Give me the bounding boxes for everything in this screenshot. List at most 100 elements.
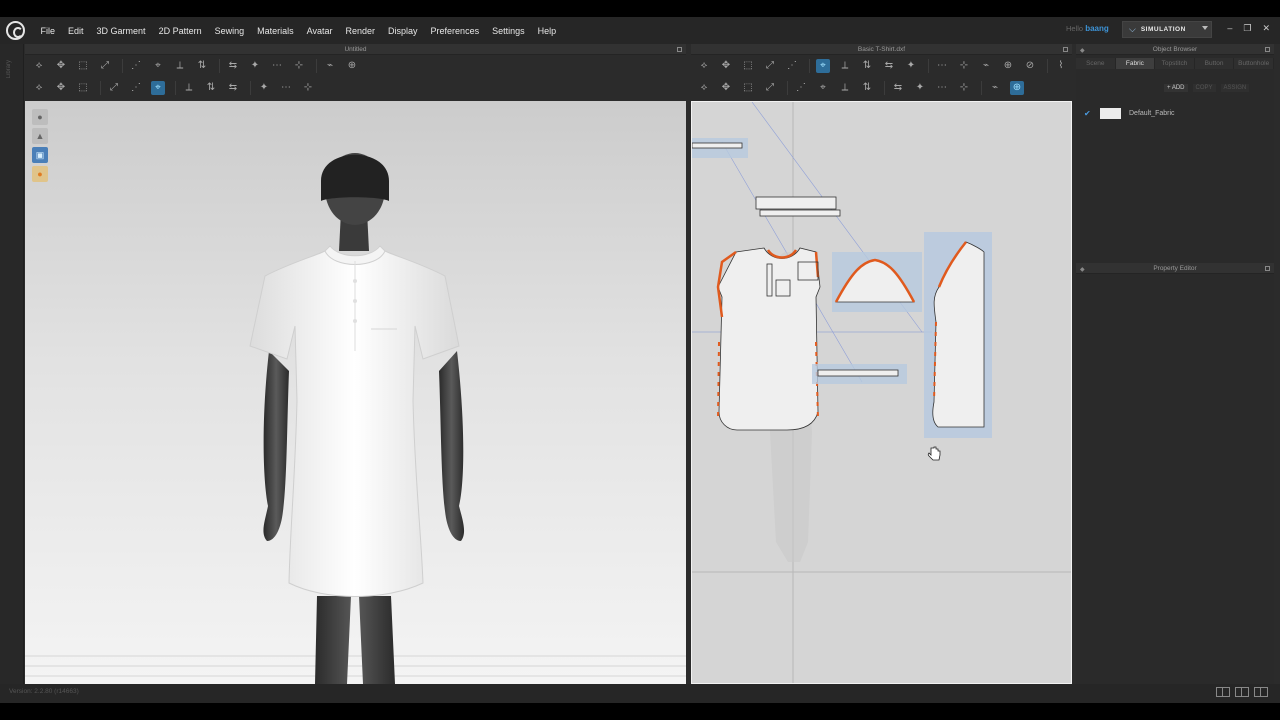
segment-sewing-icon[interactable]: ⟡ [697, 81, 711, 95]
strengthen-icon[interactable]: ⇅ [195, 59, 209, 73]
simulation-dropdown-icon[interactable] [1202, 26, 1208, 30]
segment-sewing-icon[interactable]: ⋰ [129, 59, 143, 73]
circle-icon[interactable]: ⇆ [882, 59, 896, 73]
tack-icon[interactable]: ⌖ [151, 59, 165, 73]
viewport-2d[interactable] [691, 101, 1072, 684]
internal-polygon-icon[interactable]: ⋯ [935, 59, 949, 73]
fit-icon[interactable]: ⋯ [270, 59, 284, 73]
user-name[interactable]: baang [1085, 24, 1109, 33]
menu-file[interactable]: File [34, 26, 62, 36]
notch-icon[interactable]: ⌖ [816, 81, 830, 95]
light-icon[interactable]: ● [32, 166, 48, 182]
sewing-line-icon[interactable]: ⤢ [98, 59, 112, 73]
m-n-sewing-icon[interactable]: ⬚ [741, 81, 755, 95]
menu-avatar[interactable]: Avatar [300, 26, 339, 36]
arrange-icon[interactable]: ⊕ [1010, 81, 1024, 95]
menu-3d-garment[interactable]: 3D Garment [90, 26, 152, 36]
display-texture-icon[interactable]: ▣ [32, 147, 48, 163]
copy-button[interactable]: COPY [1192, 84, 1216, 92]
pattern-front-body[interactable] [716, 247, 821, 431]
rectangle-icon[interactable]: ⟂ [838, 59, 852, 73]
edit-curvature-icon[interactable]: ⬚ [741, 59, 755, 73]
add-point-icon[interactable]: ⤢ [763, 59, 777, 73]
scissor-icon[interactable]: ⋯ [279, 81, 293, 95]
free-sewing-icon[interactable]: ✥ [719, 81, 733, 95]
menu-edit[interactable]: Edit [62, 26, 91, 36]
line-icon[interactable]: ⋰ [129, 81, 143, 95]
transform-pattern-icon[interactable]: ✥ [54, 59, 68, 73]
menu-2d-pattern[interactable]: 2D Pattern [152, 26, 208, 36]
tab-topstitch[interactable]: Topstitch [1155, 58, 1195, 69]
fabric-list-item[interactable]: ✔ Default_Fabric [1084, 106, 1272, 120]
assign-button[interactable]: ASSIGN [1220, 84, 1250, 92]
curve-point-icon[interactable]: ⋰ [785, 59, 799, 73]
menu-preferences[interactable]: Preferences [424, 26, 486, 36]
edit-sewing-icon[interactable]: ⤢ [763, 81, 777, 95]
add-button[interactable]: + ADD [1164, 84, 1188, 92]
pattern-back-body[interactable] [924, 232, 992, 438]
stitch-line-icon[interactable]: ⇆ [226, 81, 240, 95]
clo-logo-icon[interactable] [6, 21, 25, 40]
dart-icon[interactable]: ⊹ [957, 59, 971, 73]
sphere-icon[interactable]: ⟂ [182, 81, 196, 95]
display-garment-icon[interactable]: ▲ [32, 128, 48, 144]
zoom-icon[interactable]: ⋯ [935, 81, 949, 95]
edit-topstitch-icon[interactable]: ⇅ [860, 81, 874, 95]
library-gutter[interactable]: Library [0, 44, 24, 684]
property-editor-dock-icon[interactable]: ◆ [1080, 265, 1085, 276]
restore-icon[interactable]: ❐ [1243, 23, 1251, 33]
viewport2d-maximize-icon[interactable] [1063, 47, 1068, 52]
check-sewing-icon[interactable]: ⬚ [76, 81, 90, 95]
layout-3d-icon[interactable] [1235, 687, 1249, 697]
property-editor-maximize-icon[interactable] [1265, 266, 1270, 271]
sync-icon[interactable]: ⌇ [1054, 59, 1068, 73]
tab-button[interactable]: Button [1194, 58, 1235, 69]
tab-buttonhole[interactable]: Buttonhole [1234, 58, 1274, 69]
tab-fabric[interactable]: Fabric [1115, 58, 1156, 69]
menu-render[interactable]: Render [339, 26, 382, 36]
display-avatar-icon[interactable]: ● [32, 109, 48, 125]
internal-rectangle-icon[interactable]: ✦ [904, 59, 918, 73]
menu-display[interactable]: Display [382, 26, 425, 36]
object-browser-dock-icon[interactable]: ◆ [1080, 46, 1085, 57]
edit-point-icon[interactable]: ✥ [719, 59, 733, 73]
point-icon[interactable]: ⤢ [107, 81, 121, 95]
menu-settings[interactable]: Settings [486, 26, 532, 36]
segment-icon[interactable]: ⌖ [816, 59, 830, 73]
check-sewing-icon[interactable]: ⋰ [794, 81, 808, 95]
pin-icon[interactable]: ⟂ [173, 59, 187, 73]
internal-line-icon[interactable]: ⊘ [1023, 59, 1037, 73]
object-browser-maximize-icon[interactable] [1265, 47, 1270, 52]
menu-materials[interactable]: Materials [251, 26, 301, 36]
pattern-sleeve[interactable] [832, 252, 922, 312]
menu-help[interactable]: Help [531, 26, 563, 36]
measure-icon[interactable]: ⊕ [345, 59, 359, 73]
layout-2d-icon[interactable] [1254, 687, 1268, 697]
topstitch-icon[interactable]: ⟂ [838, 81, 852, 95]
avatar-pose-icon[interactable]: ✦ [248, 59, 262, 73]
trace-icon[interactable]: ⌁ [979, 59, 993, 73]
layer-icon[interactable]: ⌁ [988, 81, 1002, 95]
edit-sewing-icon[interactable]: ⟡ [32, 81, 46, 95]
layout-split-icon[interactable] [1216, 687, 1230, 697]
minimize-icon[interactable]: – [1227, 23, 1232, 33]
select-icon[interactable]: ⊹ [301, 81, 315, 95]
select-mesh-icon[interactable]: ⟡ [32, 59, 46, 73]
mirror-icon[interactable]: ⇆ [891, 81, 905, 95]
menu-sewing[interactable]: Sewing [208, 26, 251, 36]
free-sewing-icon[interactable]: ✥ [54, 81, 68, 95]
viewport3d-maximize-icon[interactable] [677, 47, 682, 52]
select-arrangement-point-icon[interactable]: ⊹ [292, 59, 306, 73]
button-icon[interactable]: ⇅ [204, 81, 218, 95]
fold-arrange-icon[interactable]: ⇆ [226, 59, 240, 73]
cut-icon[interactable]: ✦ [257, 81, 271, 95]
viewport-3d[interactable]: ● ▲ ▣ ● [25, 101, 686, 684]
polygon-icon[interactable]: ⇅ [860, 59, 874, 73]
grid-icon[interactable]: ✦ [913, 81, 927, 95]
zipper-icon[interactable]: ⌁ [323, 59, 337, 73]
close-icon[interactable]: ✕ [1262, 23, 1270, 33]
tab-scene[interactable]: Scene [1076, 58, 1116, 69]
transform-icon[interactable]: ⟡ [697, 59, 711, 73]
snap-icon[interactable]: ⊹ [957, 81, 971, 95]
simulation-button[interactable]: ⌵ SIMULATION [1122, 21, 1212, 38]
